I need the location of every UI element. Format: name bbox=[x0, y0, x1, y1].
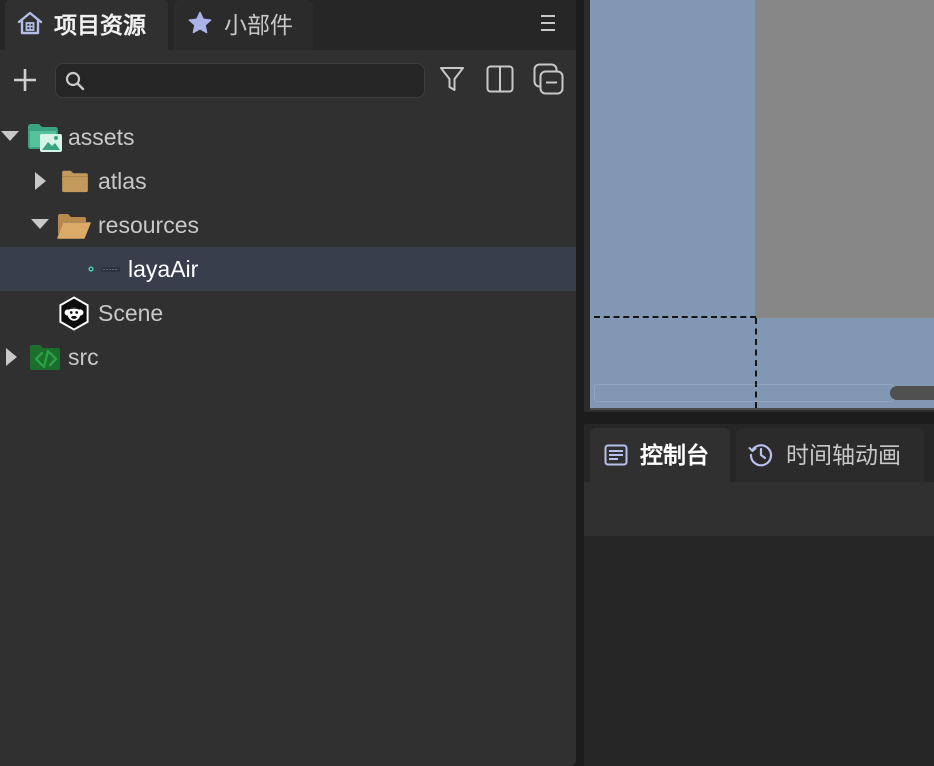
tree-item-resources[interactable]: resources bbox=[0, 203, 576, 247]
tab-widgets[interactable]: 小部件 bbox=[174, 0, 313, 50]
horizontal-scroll-track[interactable] bbox=[594, 384, 894, 402]
panel-tabbar: 项目资源 小部件 bbox=[0, 0, 576, 50]
vertical-splitter[interactable] bbox=[576, 0, 584, 766]
script-folder-icon bbox=[30, 345, 60, 370]
tree-item-scene[interactable]: Scene bbox=[0, 291, 576, 335]
bottom-tabbar: 控制台 时间轴动画 bbox=[584, 424, 934, 482]
search-input[interactable] bbox=[92, 64, 418, 97]
tree-item-label: src bbox=[68, 344, 99, 370]
star-icon bbox=[188, 11, 212, 34]
image-thumbnail-icon bbox=[88, 266, 120, 272]
scene-view-panel bbox=[584, 0, 934, 412]
console-output bbox=[584, 536, 934, 766]
tree-item-label: atlas bbox=[98, 168, 147, 194]
horizontal-splitter[interactable] bbox=[584, 412, 934, 424]
tab-project-assets[interactable]: 项目资源 bbox=[5, 0, 168, 50]
search-field[interactable] bbox=[55, 63, 425, 98]
tab-label: 小部件 bbox=[224, 12, 293, 38]
menu-icon[interactable] bbox=[538, 12, 558, 34]
tab-label: 项目资源 bbox=[54, 12, 146, 38]
clock-icon bbox=[748, 444, 773, 467]
tab-label: 时间轴动画 bbox=[786, 442, 901, 468]
horizontal-scrollbar-thumb[interactable] bbox=[890, 386, 934, 400]
chevron-right-icon[interactable] bbox=[35, 172, 46, 190]
chevron-right-icon[interactable] bbox=[6, 348, 17, 366]
tree-item-label: layaAir bbox=[128, 256, 199, 282]
tab-label: 控制台 bbox=[640, 442, 709, 468]
chevron-down-icon[interactable] bbox=[1, 131, 19, 141]
scene-viewport[interactable] bbox=[590, 0, 934, 408]
console-panel: 控制台 时间轴动画 bbox=[584, 424, 934, 766]
tree-item-layaair[interactable]: layaAir bbox=[0, 247, 576, 291]
assets-folder-icon bbox=[28, 124, 62, 152]
home-icon bbox=[17, 11, 43, 35]
tree-item-label: Scene bbox=[98, 300, 164, 326]
tree-item-src[interactable]: src bbox=[0, 335, 576, 379]
tree-item-atlas[interactable]: atlas bbox=[0, 159, 576, 203]
camera-bounds-line bbox=[594, 316, 756, 318]
viewport-border bbox=[590, 408, 934, 410]
search-icon bbox=[65, 71, 85, 91]
filter-icon[interactable] bbox=[439, 65, 465, 93]
split-columns-icon[interactable] bbox=[486, 65, 514, 93]
console-icon bbox=[604, 444, 628, 466]
tree-item-label: assets bbox=[68, 124, 135, 150]
folder-icon bbox=[62, 170, 88, 193]
tab-timeline-animation[interactable]: 时间轴动画 bbox=[736, 428, 924, 482]
collapse-all-icon[interactable] bbox=[533, 63, 564, 95]
open-folder-icon bbox=[57, 214, 91, 239]
scene-canvas-area[interactable] bbox=[755, 0, 934, 318]
plus-icon[interactable] bbox=[13, 68, 37, 92]
tree-item-label: resources bbox=[98, 212, 199, 238]
tree-item-assets[interactable]: assets bbox=[0, 115, 576, 159]
tab-console[interactable]: 控制台 bbox=[590, 428, 730, 482]
scene-icon bbox=[59, 296, 89, 331]
chevron-down-icon[interactable] bbox=[31, 219, 49, 229]
console-toolbar bbox=[584, 482, 934, 536]
project-assets-panel: 项目资源 小部件 assets atlas resources layaAir … bbox=[0, 0, 576, 766]
